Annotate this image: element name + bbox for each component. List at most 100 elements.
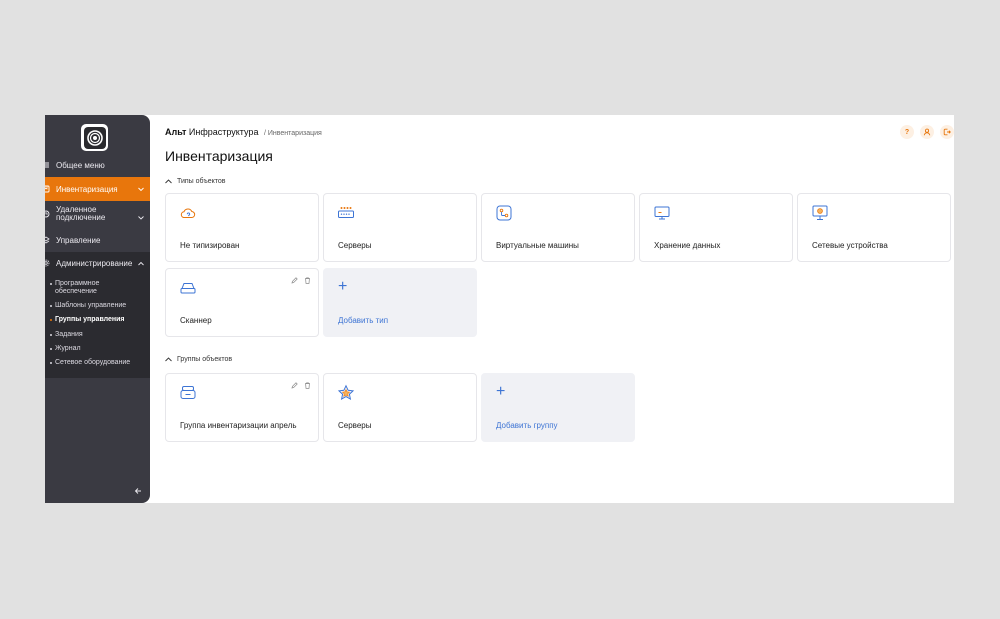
bullet-dot xyxy=(50,319,52,321)
untyped-cloud-icon xyxy=(180,208,196,218)
delete-button[interactable] xyxy=(303,381,311,389)
card-label: Не типизирован xyxy=(180,241,240,250)
arrow-left-icon xyxy=(134,488,141,494)
sidebar-subitem-management-groups[interactable]: Группы управления xyxy=(50,316,125,324)
logout-icon xyxy=(943,128,951,136)
sidebar-subitem-label: Шаблоны управление xyxy=(55,302,127,309)
add-group-button[interactable]: + Добавить группу xyxy=(481,373,635,442)
card-label: Виртуальные машины xyxy=(496,241,579,250)
sidebar-item-label: Управление xyxy=(56,235,101,245)
virtual-machines-icon xyxy=(496,205,512,221)
network-devices-icon xyxy=(812,205,828,220)
logo-icon xyxy=(83,126,106,149)
edit-button[interactable] xyxy=(290,276,298,284)
chevron-up-icon xyxy=(138,259,144,268)
group-card-servers[interactable]: Серверы xyxy=(323,373,477,442)
help-icon: ? xyxy=(904,128,910,136)
delete-button[interactable] xyxy=(303,276,311,284)
sidebar-item-label: Администрирование xyxy=(56,258,133,268)
card-label: Сканнер xyxy=(180,316,212,325)
sidebar-subitem-label: Задания xyxy=(55,331,83,338)
manage-icon xyxy=(45,236,51,244)
brand-name-rest: Инфраструктура xyxy=(188,127,259,137)
plus-icon: + xyxy=(338,278,348,295)
app-window: Общее меню Инвентаризация Удаленное подк… xyxy=(45,115,954,503)
card-label: Добавить тип xyxy=(338,316,389,325)
sidebar-item-general-menu[interactable]: Общее меню xyxy=(45,158,150,172)
group-card-inventory-april[interactable]: Группа инвентаризации апрель xyxy=(165,373,319,442)
user-icon xyxy=(923,128,931,136)
breadcrumb: Альт Инфраструктура / Инвентаризация xyxy=(165,127,322,137)
page-title: Инвентаризация xyxy=(165,148,273,164)
type-card-untyped[interactable]: Не типизирован xyxy=(165,193,319,262)
sidebar-subitem-tasks[interactable]: Задания xyxy=(50,331,83,339)
add-type-button[interactable]: + Добавить тип xyxy=(323,268,477,337)
servers-icon xyxy=(338,207,354,218)
admin-submenu: Администрирование Программное обеспечени… xyxy=(45,252,150,378)
help-button[interactable]: ? xyxy=(900,125,914,139)
app-logo[interactable] xyxy=(81,124,108,151)
sidebar-item-remote-connection[interactable]: Удаленное подключение xyxy=(45,206,150,228)
scanner-icon xyxy=(180,283,196,294)
bullet-dot xyxy=(50,305,52,307)
edit-button[interactable] xyxy=(290,381,298,389)
breadcrumb-current[interactable]: / Инвентаризация xyxy=(264,130,322,137)
type-card-scanner[interactable]: Сканнер xyxy=(165,268,319,337)
pencil-icon xyxy=(291,381,298,388)
chevron-down-icon xyxy=(138,185,144,194)
section-toggle-object-types[interactable]: Типы объектов xyxy=(165,178,225,185)
sidebar-subitem-journal[interactable]: Журнал xyxy=(50,345,81,353)
card-label: Хранение данных xyxy=(654,241,721,250)
profile-button[interactable] xyxy=(920,125,934,139)
type-card-network-devices[interactable]: Сетевые устройства xyxy=(797,193,951,262)
plus-icon: + xyxy=(496,383,506,400)
sidebar-item-management[interactable]: Управление xyxy=(45,233,150,247)
collapse-sidebar-button[interactable] xyxy=(133,486,143,496)
header-actions: ? xyxy=(900,125,954,139)
section-toggle-object-groups[interactable]: Группы объектов xyxy=(165,356,232,363)
logout-button[interactable] xyxy=(940,125,954,139)
card-label: Серверы xyxy=(338,241,372,250)
sidebar-item-label: Инвентаризация xyxy=(56,184,118,194)
admin-icon xyxy=(45,259,51,267)
bullet-dot xyxy=(50,348,52,350)
card-label: Группа инвентаризации апрель xyxy=(180,421,297,430)
sidebar-subitem-software[interactable]: Программное обеспечение xyxy=(50,280,110,296)
trash-icon xyxy=(304,276,310,284)
sidebar-item-label: Общее меню xyxy=(56,160,105,170)
chevron-up-icon xyxy=(165,357,172,362)
chevron-up-icon xyxy=(165,179,172,184)
card-label: Серверы xyxy=(338,421,372,430)
section-title: Типы объектов xyxy=(177,178,226,185)
sidebar-subitem-label: Журнал xyxy=(55,345,81,352)
sidebar-subitem-label: Программное обеспечение xyxy=(55,280,100,295)
star-icon xyxy=(337,384,355,400)
inventory-icon xyxy=(45,185,51,193)
card-label: Добавить группу xyxy=(496,421,558,430)
card-actions xyxy=(290,276,311,284)
chevron-down-icon xyxy=(138,213,144,222)
trash-icon xyxy=(304,381,310,389)
sidebar: Общее меню Инвентаризация Удаленное подк… xyxy=(45,115,150,503)
sidebar-subitem-network-equipment[interactable]: Сетевое оборудование xyxy=(50,359,130,367)
sidebar-subitem-label: Сетевое оборудование xyxy=(55,359,131,366)
card-actions xyxy=(290,381,311,389)
remote-icon xyxy=(45,210,51,218)
type-card-data-storage[interactable]: Хранение данных xyxy=(639,193,793,262)
data-storage-icon xyxy=(654,206,670,220)
bullet-dot xyxy=(50,283,52,285)
sidebar-item-administration[interactable]: Администрирование xyxy=(45,256,150,270)
menu-icon xyxy=(45,161,51,169)
type-card-servers[interactable]: Серверы xyxy=(323,193,477,262)
sidebar-item-label: Удаленное подключение xyxy=(56,205,106,222)
type-card-virtual-machines[interactable]: Виртуальные машины xyxy=(481,193,635,262)
sidebar-item-inventory[interactable]: Инвентаризация xyxy=(45,177,150,201)
bullet-dot xyxy=(50,362,52,364)
brand-name-bold: Альт xyxy=(165,127,187,137)
sidebar-subitem-templates[interactable]: Шаблоны управление xyxy=(50,302,126,310)
sidebar-subitem-label: Группы управления xyxy=(55,316,125,323)
bullet-dot xyxy=(50,334,52,336)
group-box-icon xyxy=(180,386,196,399)
section-title: Группы объектов xyxy=(177,356,233,363)
pencil-icon xyxy=(291,276,298,283)
